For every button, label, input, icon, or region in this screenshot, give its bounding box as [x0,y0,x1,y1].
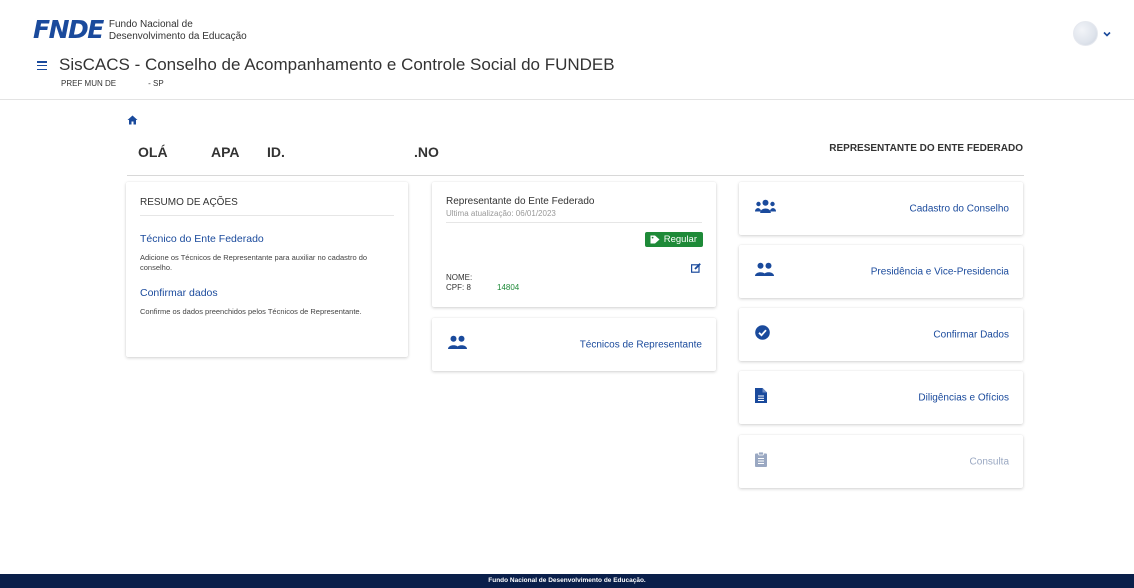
chevron-down-icon[interactable] [1103,29,1111,39]
user-avatar[interactable] [1073,21,1098,46]
action-diligencias[interactable]: Diligências e Ofícios [739,371,1023,424]
hamburger-icon[interactable] [37,61,47,71]
action-label: Confirmar Dados [933,329,1009,340]
logo-mark: FNDE [33,15,104,44]
fnde-logo[interactable]: FNDE Fundo Nacional de Desenvolvimento d… [33,17,247,43]
nome-label: NOME: [446,273,473,282]
action-label: Diligências e Ofícios [918,392,1009,403]
clipboard-icon [755,451,767,472]
top-header: FNDE Fundo Nacional de Desenvolvimento d… [0,0,1134,100]
greeting-part-3: ID. [267,144,285,160]
resumo-card: RESUMO DE AÇÕES Técnico do Ente Federado… [126,182,408,357]
tag-icon [650,235,660,244]
users-icon [448,335,467,354]
logo-text: Fundo Nacional de Desenvolvimento da Edu… [109,19,247,43]
cpf-label: CPF: 8 [446,283,471,292]
tecnicos-card[interactable]: Técnicos de Representante [432,318,716,371]
entity-subtitle: PREF MUN DE - SP [61,79,164,88]
representante-title: Representante do Ente Federado [446,196,595,207]
confirmar-description: Confirme os dados preenchidos pelos Técn… [140,307,362,316]
action-presidencia[interactable]: Presidência e Vice-Presidencia [739,245,1023,298]
check-circle-icon [755,324,770,345]
action-label: Presidência e Vice-Presidencia [870,266,1009,277]
entity-name: PREF MUN DE [61,79,117,88]
action-label: Cadastro do Conselho [909,203,1009,214]
footer-text: Fundo Nacional de Desenvolvimento de Edu… [488,577,646,584]
action-cadastro-conselho[interactable]: Cadastro do Conselho [739,182,1023,235]
tecnicos-label: Técnicos de Representante [579,339,702,350]
representante-card: Representante do Ente Federado Ultima at… [432,182,716,307]
resumo-title: RESUMO DE AÇÕES [140,197,394,216]
greeting-part-2: APA [211,144,240,160]
greeting-part-4: .NO [414,144,439,160]
tecnico-link[interactable]: Técnico do Ente Federado [140,233,394,245]
last-updated: Ultima atualização: 06/01/2023 [446,209,702,223]
entity-uf: - SP [148,79,164,88]
users-group-icon [755,199,776,218]
app-title: SisCACS - Conselho de Acompanhamento e C… [59,55,615,74]
action-confirmar-dados[interactable]: Confirmar Dados [739,308,1023,361]
cpf-value: 14804 [497,283,520,292]
divider [127,175,1024,176]
logo-line-1: Fundo Nacional de [108,19,193,30]
home-icon[interactable] [127,112,138,130]
footer: Fundo Nacional de Desenvolvimento de Edu… [0,574,1134,588]
status-text: Regular [663,234,697,245]
status-badge: Regular [644,232,703,247]
users-icon [755,262,774,281]
logo-line-2: Desenvolvimento da Educação [108,31,247,42]
tecnico-description: Adicione os Técnicos de Representante pa… [140,253,368,272]
action-consulta[interactable]: Consulta [739,435,1023,488]
greeting-part-1: OLÁ [138,144,168,160]
edit-icon[interactable] [691,260,701,278]
role-label: REPRESENTANTE DO ENTE FEDERADO [829,143,1023,154]
file-icon [755,387,767,408]
action-label: Consulta [969,456,1009,467]
confirmar-link[interactable]: Confirmar dados [140,287,394,299]
